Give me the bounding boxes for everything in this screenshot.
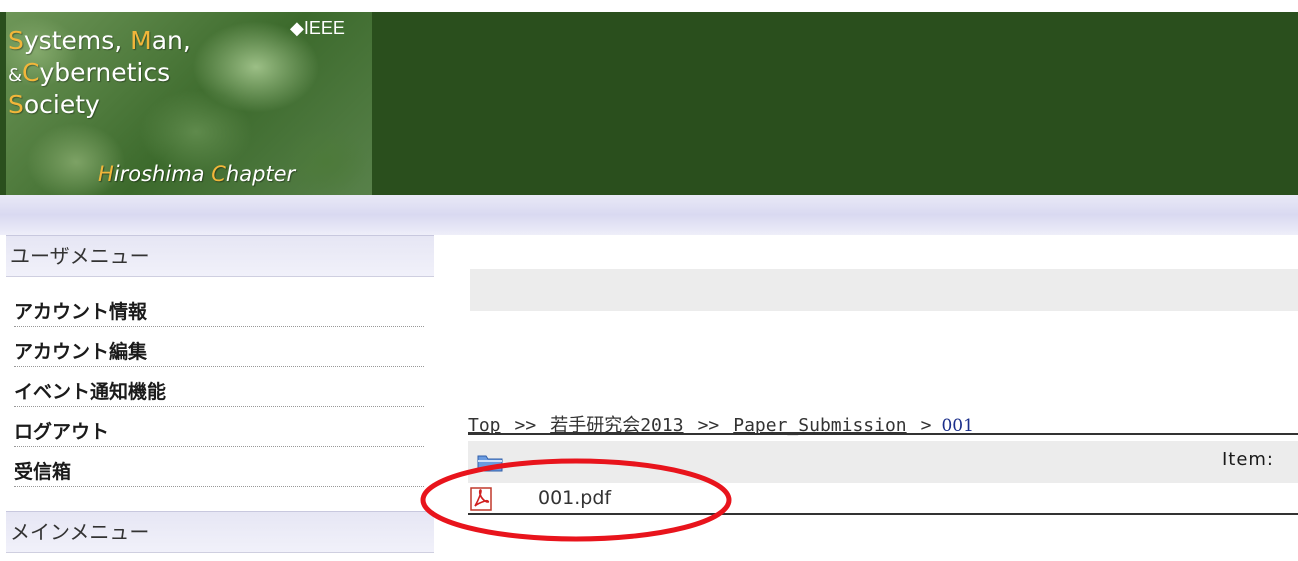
top-strip <box>0 0 1298 12</box>
file-row[interactable]: 001.pdf <box>468 485 1298 515</box>
breadcrumb-separator: > <box>920 415 932 436</box>
ieee-diamond-icon: ◆ <box>290 18 304 38</box>
header-band <box>0 195 1298 235</box>
ieee-logo: ◆IEEE <box>290 18 345 38</box>
content-header-bar <box>470 269 1298 311</box>
menu-item-account-edit[interactable]: アカウント編集 <box>14 335 424 367</box>
breadcrumb-separator: >> <box>697 415 720 436</box>
item-list-header: Item: <box>468 441 1298 483</box>
menu-item-inbox[interactable]: 受信箱 <box>14 455 424 487</box>
logo-line-systems: Systems, Man, <box>8 26 191 55</box>
breadcrumb: Top >> 若手研究会2013 >> Paper_Submission >001 <box>468 411 1298 436</box>
chapter-name: Hiroshima Chapter <box>98 162 296 186</box>
logo-line-society: Society <box>8 90 100 119</box>
breadcrumb-separator: >> <box>514 415 537 436</box>
pdf-icon <box>470 487 492 511</box>
site-logo[interactable]: Systems, Man, &Cybernetics Society ◆IEEE… <box>6 12 372 195</box>
user-menu-list: アカウント情報 アカウント編集 イベント通知機能 ログアウト 受信箱 <box>6 277 434 501</box>
main-menu-title: メインメニュー <box>6 511 434 553</box>
logo-line-cybernetics: &Cybernetics <box>8 58 171 87</box>
item-count-label: Item: <box>1221 449 1274 470</box>
sidebar: ユーザメニュー アカウント情報 アカウント編集 イベント通知機能 ログアウト 受… <box>6 235 434 561</box>
breadcrumb-paper-submission[interactable]: Paper_Submission <box>733 415 906 436</box>
menu-item-event-notification[interactable]: イベント通知機能 <box>14 375 424 407</box>
folder-up-icon[interactable] <box>476 451 504 473</box>
user-menu-title: ユーザメニュー <box>6 235 434 277</box>
menu-item-logout[interactable]: ログアウト <box>14 415 424 447</box>
menu-item-account-info[interactable]: アカウント情報 <box>14 295 424 327</box>
breadcrumb-current: 001 <box>941 416 974 436</box>
breadcrumb-event[interactable]: 若手研究会2013 <box>550 415 683 436</box>
main-content: Top >> 若手研究会2013 >> Paper_Submission >001 Ite… <box>434 235 1298 561</box>
breadcrumb-top[interactable]: Top <box>468 415 501 436</box>
file-link-pdf[interactable]: 001.pdf <box>538 487 611 509</box>
